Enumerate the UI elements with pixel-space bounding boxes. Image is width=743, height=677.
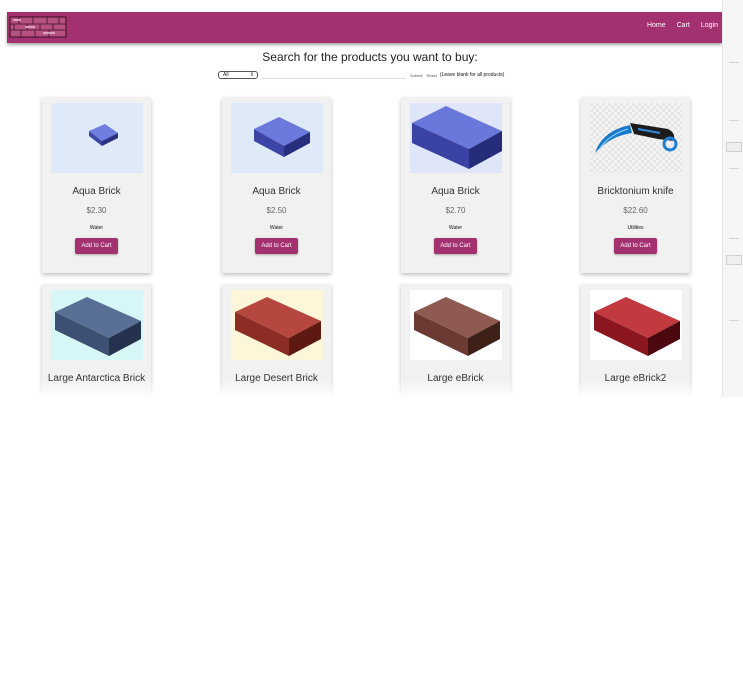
- search-heading: Search for the products you want to buy:: [262, 50, 478, 64]
- search-input[interactable]: [261, 71, 406, 79]
- category-select[interactable]: All ⇕: [218, 71, 258, 79]
- product-name: Large Antarctica Brick: [47, 373, 146, 384]
- category-select-value: All: [223, 72, 229, 78]
- brick-store-logo-icon[interactable]: [9, 15, 67, 39]
- gutter-tick: [729, 62, 739, 63]
- gutter-tick: [729, 238, 739, 239]
- red-desert-brick-icon: [231, 290, 323, 360]
- product-card: Large eBrick: [401, 284, 510, 397]
- add-to-cart-button[interactable]: Add to Cart: [614, 238, 657, 254]
- add-to-cart-button[interactable]: Add to Cart: [434, 238, 477, 254]
- product-card: Large Antarctica Brick: [42, 284, 151, 397]
- product-price: $2.50: [266, 206, 287, 215]
- gutter-marker: [726, 255, 742, 265]
- product-name: Large eBrick: [427, 373, 484, 384]
- product-image[interactable]: [51, 103, 143, 173]
- product-category: Water: [89, 225, 104, 231]
- product-price: $2.30: [86, 206, 107, 215]
- product-card: Bricktonium knife $22.60 Utilities Add t…: [581, 97, 690, 273]
- product-card: Aqua Brick $2.50 Water Add to Cart: [222, 97, 331, 273]
- product-card: Aqua Brick $2.30 Water Add to Cart: [42, 97, 151, 273]
- gutter-tick: [729, 320, 739, 321]
- product-image[interactable]: [410, 103, 502, 173]
- brown-brick-icon: [410, 290, 502, 360]
- product-category: Water: [448, 225, 463, 231]
- product-image[interactable]: [231, 103, 323, 173]
- dark-red-brick-icon: [590, 290, 682, 360]
- product-name: Aqua Brick: [252, 186, 301, 197]
- product-image[interactable]: [590, 103, 682, 173]
- karambit-knife-icon: [590, 103, 682, 173]
- nav-login-link[interactable]: Login: [701, 22, 718, 29]
- product-image[interactable]: [590, 290, 682, 360]
- submit-button[interactable]: Submit: [410, 73, 422, 78]
- reset-button[interactable]: Reset: [426, 73, 436, 78]
- product-name: Aqua Brick: [72, 186, 121, 197]
- search-form: All ⇕ Submit Reset (Leave blank for all …: [218, 70, 504, 80]
- product-card: Large eBrick2: [581, 284, 690, 397]
- product-image[interactable]: [231, 290, 323, 360]
- nav-home-link[interactable]: Home: [647, 22, 666, 29]
- select-arrows-icon: ⇕: [249, 72, 254, 78]
- product-price: $22.60: [623, 206, 648, 215]
- scrollbar[interactable]: [722, 0, 743, 397]
- grey-blue-brick-icon: [51, 290, 143, 360]
- add-to-cart-button[interactable]: Add to Cart: [75, 238, 118, 254]
- product-image[interactable]: [51, 290, 143, 360]
- small-blue-brick-icon: [51, 103, 143, 173]
- nav-cart-link[interactable]: Cart: [677, 22, 690, 29]
- product-category: Water: [269, 225, 284, 231]
- browser-viewport: Home Cart Login Search for the products …: [0, 0, 722, 397]
- product-price: $2.70: [445, 206, 466, 215]
- product-card: Aqua Brick $2.70 Water Add to Cart: [401, 97, 510, 273]
- add-to-cart-button[interactable]: Add to Cart: [255, 238, 298, 254]
- top-navbar: Home Cart Login: [7, 12, 722, 43]
- gutter-tick: [729, 168, 739, 169]
- gutter-marker: [726, 142, 742, 152]
- product-name: Large eBrick2: [604, 373, 667, 384]
- gutter-tick: [729, 120, 739, 121]
- product-category: Utilities: [627, 225, 644, 231]
- product-image[interactable]: [410, 290, 502, 360]
- product-name: Aqua Brick: [431, 186, 480, 197]
- search-hint: (Leave blank for all products): [439, 72, 505, 78]
- large-blue-brick-icon: [410, 103, 502, 173]
- product-name: Bricktonium knife: [597, 186, 674, 197]
- medium-blue-brick-icon: [231, 103, 323, 173]
- product-card: Large Desert Brick: [222, 284, 331, 397]
- product-name: Large Desert Brick: [235, 373, 318, 384]
